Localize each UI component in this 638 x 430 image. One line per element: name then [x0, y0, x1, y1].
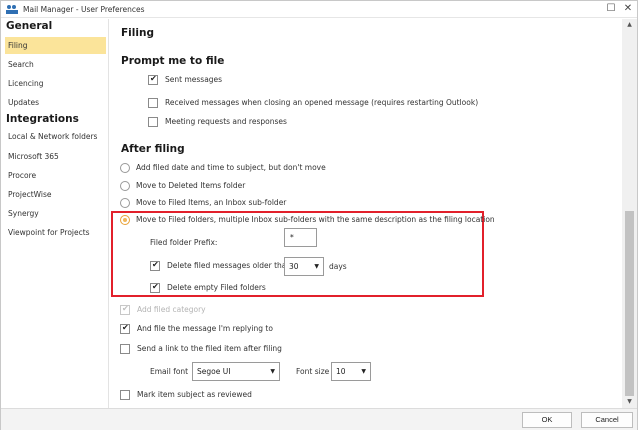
email-font-dropdown[interactable]: Segoe UI ▼ [192, 362, 280, 381]
deleted-items-radio[interactable] [120, 181, 130, 191]
folder-prefix-input[interactable]: * [284, 228, 317, 247]
prompt-section-title: Prompt me to file [121, 55, 225, 67]
delete-older-label: Delete filed messages older than: [167, 261, 294, 270]
filed-folders-radio[interactable] [120, 215, 130, 225]
sent-messages-label: Sent messages [165, 75, 223, 84]
sidebar-item-licencing[interactable]: Licencing [5, 75, 106, 92]
days-unit-label: days [329, 262, 347, 271]
add-category-label: Add filed category [137, 305, 206, 314]
window-title: Mail Manager - User Preferences [23, 5, 145, 14]
sidebar-item-viewpoint-for-projects[interactable]: Viewpoint for Projects [5, 224, 106, 241]
scroll-thumb[interactable] [625, 211, 634, 396]
sidebar-item-microsoft-365[interactable]: Microsoft 365 [5, 148, 106, 165]
dialog-footer: OK Cancel [1, 408, 637, 430]
delete-empty-label: Delete empty Filed folders [167, 283, 266, 292]
maximize-icon[interactable]: ☐ [605, 3, 617, 15]
vertical-scrollbar[interactable]: ▲ ▼ [622, 19, 637, 408]
after-filing-section-title: After filing [121, 143, 185, 155]
sidebar-item-updates[interactable]: Updates [5, 94, 106, 111]
add-date-label: Add filed date and time to subject, but … [136, 163, 326, 172]
sidebar-item-synergy[interactable]: Synergy [5, 205, 106, 222]
sent-messages-checkbox[interactable] [148, 74, 158, 85]
title-bar: Mail Manager - User Preferences ☐ ✕ [1, 1, 637, 18]
page-title: Filing [121, 27, 154, 39]
chevron-down-icon: ▼ [314, 263, 319, 270]
chevron-down-icon: ▼ [361, 368, 366, 375]
sidebar: General Filing Search Licencing Updates … [1, 19, 109, 408]
font-size-label: Font size [296, 367, 330, 376]
email-font-value: Segoe UI [197, 367, 231, 376]
chevron-down-icon: ▼ [270, 368, 275, 375]
mail-manager-logo-icon [6, 4, 18, 14]
file-reply-label: And file the message I'm replying to [137, 324, 273, 333]
cancel-button[interactable]: Cancel [581, 412, 633, 428]
ok-button[interactable]: OK [522, 412, 572, 428]
deleted-items-label: Move to Deleted Items folder [136, 181, 246, 190]
received-messages-label: Received messages when closing an opened… [165, 98, 479, 107]
meeting-requests-label: Meeting requests and responses [165, 117, 287, 126]
filing-settings-panel: Filing Prompt me to file Sent messages R… [110, 19, 622, 408]
sidebar-group-integrations: Integrations [6, 113, 79, 125]
sidebar-group-general: General [6, 20, 53, 32]
file-reply-checkbox[interactable] [120, 323, 130, 334]
add-category-checkbox [120, 304, 130, 315]
filed-items-label: Move to Filed Items, an Inbox sub-folder [136, 198, 287, 207]
preferences-window: Mail Manager - User Preferences ☐ ✕ Gene… [0, 0, 638, 430]
scroll-down-icon[interactable]: ▼ [622, 396, 637, 408]
mark-reviewed-label: Mark item subject as reviewed [137, 390, 252, 399]
delete-older-checkbox[interactable] [150, 260, 160, 271]
send-link-checkbox[interactable] [120, 344, 130, 354]
sidebar-item-search[interactable]: Search [5, 56, 106, 73]
sidebar-item-local-network-folders[interactable]: Local & Network folders [5, 128, 106, 145]
received-messages-checkbox[interactable] [148, 98, 158, 108]
email-font-label: Email font [150, 367, 189, 376]
sidebar-item-projectwise[interactable]: ProjectWise [5, 186, 106, 203]
sidebar-item-procore[interactable]: Procore [5, 167, 106, 184]
send-link-label: Send a link to the filed item after fili… [137, 344, 282, 353]
mark-reviewed-checkbox[interactable] [120, 390, 130, 400]
font-size-value: 10 [336, 367, 346, 376]
delete-empty-checkbox[interactable] [150, 282, 160, 293]
scroll-up-icon[interactable]: ▲ [622, 19, 637, 31]
meeting-requests-checkbox[interactable] [148, 117, 158, 127]
days-dropdown[interactable]: 30 ▼ [284, 257, 324, 276]
filed-items-radio[interactable] [120, 198, 130, 208]
days-value: 30 [289, 262, 299, 271]
filed-folders-label: Move to Filed folders, multiple Inbox su… [136, 215, 495, 224]
font-size-dropdown[interactable]: 10 ▼ [331, 362, 371, 381]
close-icon[interactable]: ✕ [622, 3, 634, 15]
sidebar-item-filing[interactable]: Filing [5, 37, 106, 54]
add-date-radio[interactable] [120, 163, 130, 173]
folder-prefix-label: Filed folder Prefix: [150, 238, 218, 247]
